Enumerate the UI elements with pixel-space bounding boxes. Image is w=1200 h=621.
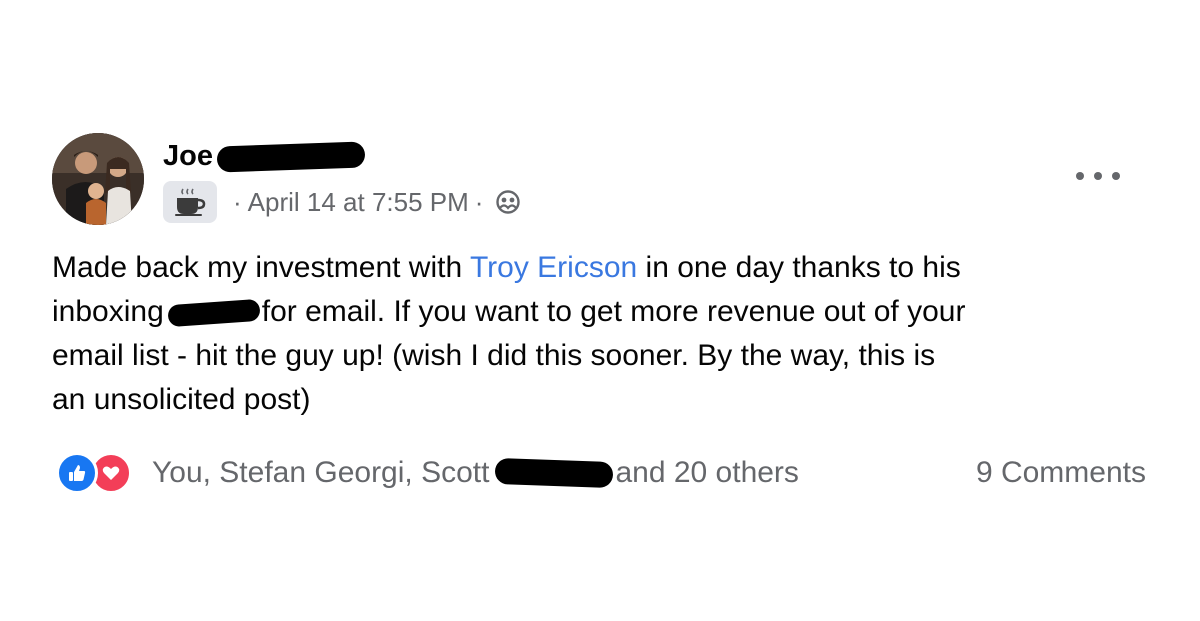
author-avatar[interactable] [52,133,144,225]
text-segment: in one day thanks to his [637,251,961,284]
mention-link[interactable]: Troy Ericson [470,251,637,284]
likers-suffix: and 20 others [615,456,799,489]
dot [1112,172,1120,180]
post-body: Made back my investment with Troy Ericso… [52,246,1162,422]
dot [1094,172,1102,180]
post-line-2: inboxing for email. If you want to get mo… [52,290,1162,334]
post-line-1: Made back my investment with Troy Ericso… [52,246,1162,290]
text-segment: Made back my investment with [52,251,470,284]
coffee-cup-icon[interactable] [163,181,217,223]
author-name[interactable]: Joe [163,138,366,174]
like-icon [56,452,98,494]
text-segment: inboxing [52,295,164,328]
post-line-4: an unsolicited post) [52,383,311,416]
likers-list[interactable]: You, Stefan Georgi, Scott and 20 others [152,456,799,490]
author-first-name: Joe [163,140,213,172]
redaction-mark [167,298,261,328]
dot [1076,172,1084,180]
people-icon[interactable] [495,189,521,215]
post-line-3: email list - hit the guy up! (wish I did… [52,339,936,372]
reactions-bar: You, Stefan Georgi, Scott and 20 others … [56,448,1146,498]
reaction-icons[interactable] [56,452,132,494]
meta-separator: · [474,186,484,217]
facebook-post: Joe · April 14 at 7:55 PM · Made back my… [0,0,1200,621]
more-options-button[interactable] [1076,160,1120,192]
post-timestamp[interactable]: April 14 at 7:55 PM [248,187,469,218]
redaction-mark [216,141,366,173]
likers-prefix: You, Stefan Georgi, Scott [152,456,490,489]
redaction-mark [495,457,614,489]
comments-count[interactable]: 9 Comments [976,456,1146,490]
meta-separator: · [233,186,242,217]
text-segment: for email. If you want to get more reven… [261,295,966,328]
post-meta: · April 14 at 7:55 PM · [163,181,521,223]
